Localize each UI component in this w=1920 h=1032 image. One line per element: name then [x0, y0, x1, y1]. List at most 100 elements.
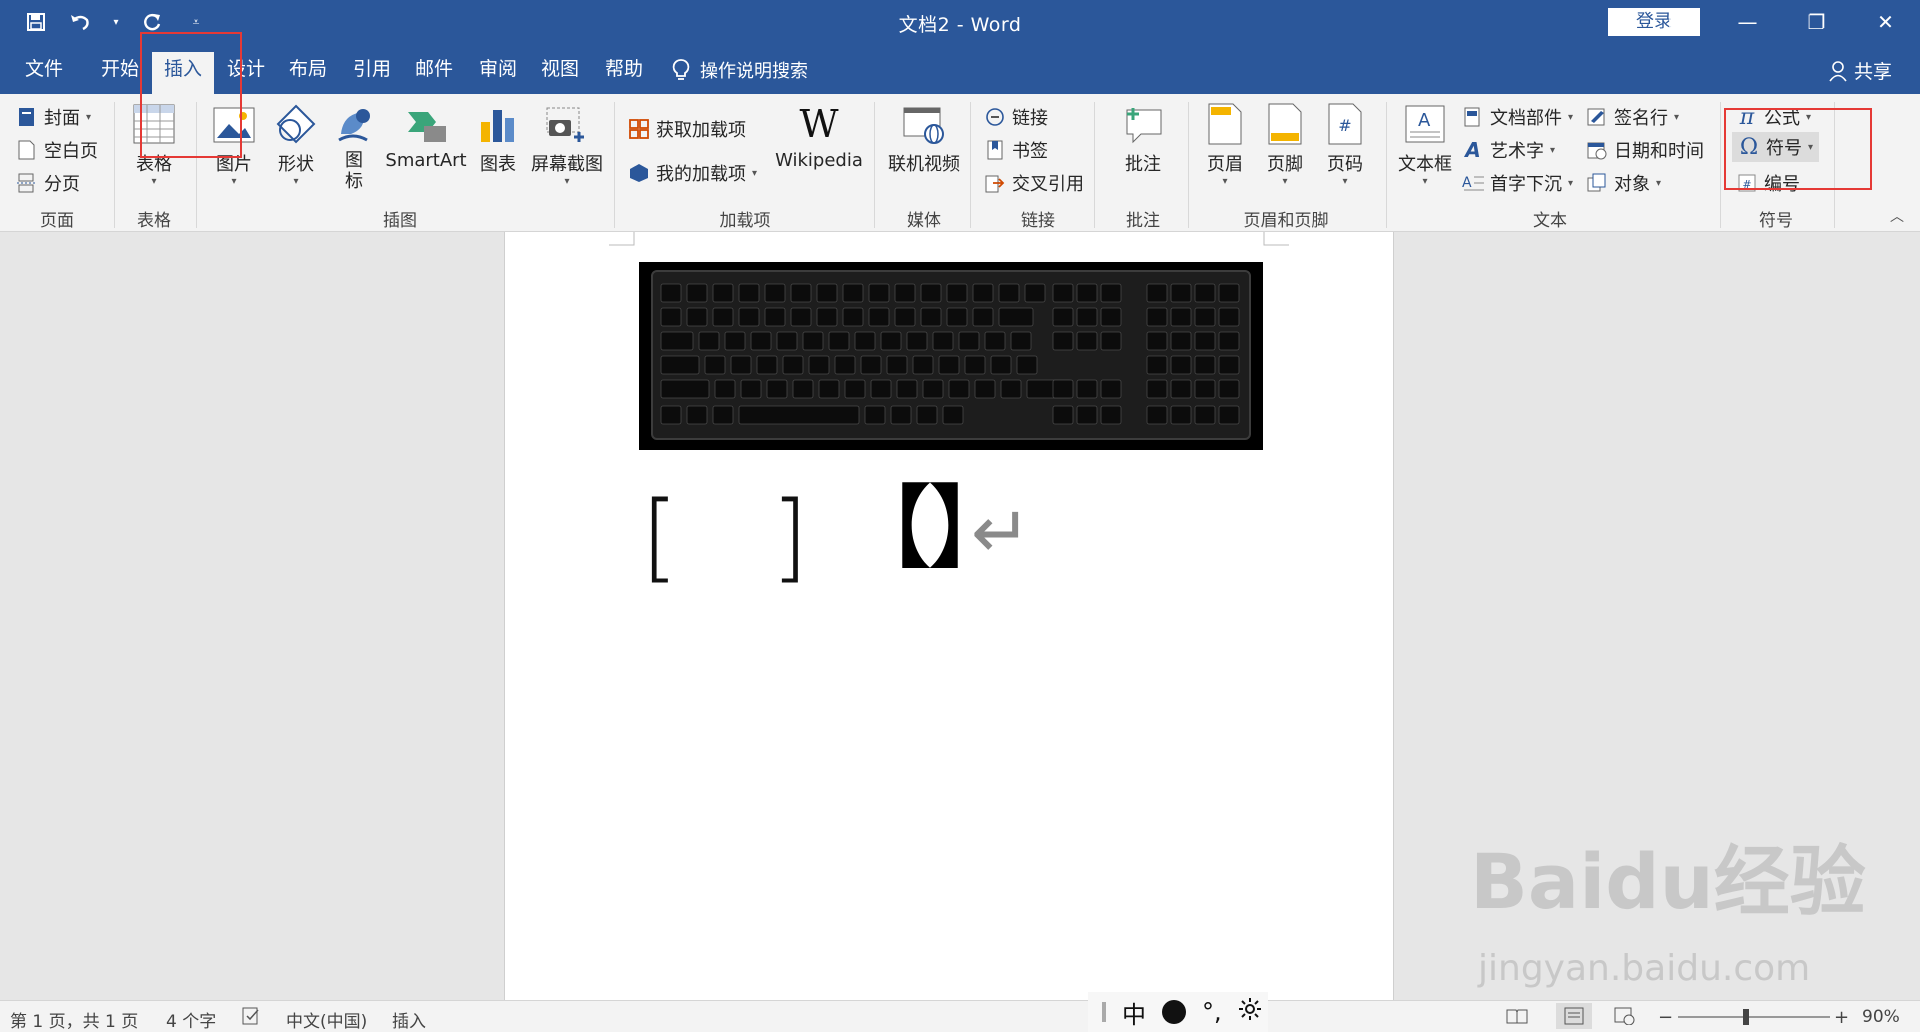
ime-drag-handle[interactable] — [1102, 1002, 1106, 1022]
print-layout-icon[interactable] — [1556, 1003, 1592, 1029]
collapse-ribbon-icon[interactable]: ︿ — [1890, 206, 1904, 226]
full-width-toggle-icon[interactable] — [1162, 1000, 1186, 1024]
ribbon-separator — [614, 102, 615, 228]
shapes-button[interactable]: 形状 ▾ — [268, 102, 324, 187]
online-video-button[interactable]: 联机视频 — [884, 102, 964, 176]
keyboard-key — [704, 355, 726, 375]
object-button[interactable]: 对象 ▾ — [1586, 170, 1661, 196]
web-layout-icon[interactable] — [1614, 1007, 1636, 1030]
chevron-down-icon: ▾ — [1282, 176, 1288, 187]
tab-mailings[interactable]: 邮件 — [404, 52, 464, 94]
proofing-icon[interactable] — [242, 1007, 262, 1030]
comment-button[interactable]: 批注 — [1106, 102, 1180, 176]
keyboard-key — [1194, 307, 1216, 327]
restore-icon[interactable]: ❐ — [1782, 0, 1851, 44]
cover-page-button[interactable]: 封面 ▾ — [16, 104, 91, 130]
footer-button[interactable]: 页脚 ▾ — [1258, 102, 1312, 187]
svg-text:#: # — [1338, 116, 1351, 135]
tab-file[interactable]: 文件 — [14, 52, 74, 94]
link-button[interactable]: 链接 — [984, 104, 1048, 130]
page-number-button[interactable]: # 页码 ▾ — [1318, 102, 1372, 187]
keyboard-key — [1100, 379, 1122, 399]
tell-me-label: 操作说明搜索 — [700, 61, 808, 82]
tab-help[interactable]: 帮助 — [594, 52, 654, 94]
ribbon-display-icon[interactable] — [1644, 0, 1713, 44]
icons-icon — [332, 102, 376, 146]
word-count[interactable]: 4 个字 — [166, 1007, 216, 1032]
wordart-button[interactable]: A 艺术字 ▾ — [1462, 137, 1555, 163]
footer-label: 页脚 — [1267, 154, 1303, 175]
zoom-level[interactable]: 90% — [1862, 1007, 1900, 1027]
zoom-in-icon[interactable]: + — [1834, 1007, 1849, 1028]
bookmark-button[interactable]: 书签 — [984, 137, 1048, 163]
keyboard-key — [660, 405, 682, 425]
ime-toolbar: 中 °, — [1088, 992, 1268, 1032]
language-indicator[interactable]: 中文(中国) — [286, 1007, 367, 1032]
tab-references[interactable]: 引用 — [342, 52, 402, 94]
tab-review[interactable]: 审阅 — [468, 52, 528, 94]
my-addins-button[interactable]: 我的加载项 ▾ — [628, 160, 757, 186]
insert-mode[interactable]: 插入 — [392, 1007, 426, 1032]
get-addins-button[interactable]: 获取加载项 — [628, 116, 746, 142]
tab-layout[interactable]: 布局 — [278, 52, 338, 94]
ime-punctuation-toggle[interactable]: °, — [1202, 998, 1222, 1026]
smartart-button[interactable]: SmartArt — [385, 102, 467, 171]
screenshot-icon — [545, 102, 589, 146]
zoom-out-icon[interactable]: − — [1658, 1007, 1673, 1028]
minimize-icon[interactable]: — — [1713, 0, 1782, 44]
chart-button[interactable]: 图表 — [474, 102, 522, 176]
ime-language-toggle[interactable]: 中 — [1122, 995, 1146, 1030]
wikipedia-button[interactable]: W Wikipedia — [772, 102, 866, 171]
keyboard-key — [894, 283, 916, 303]
keyboard-key — [1052, 405, 1074, 425]
icons-button[interactable]: 图标 — [332, 102, 376, 192]
group-label-pages: 页面 — [40, 211, 74, 231]
keyboard-key — [870, 379, 892, 399]
header-button[interactable]: 页眉 ▾ — [1198, 102, 1252, 187]
document-page[interactable]: [ ] 【】 ↵ — [504, 232, 1394, 1000]
share-button[interactable]: 共享 — [1828, 57, 1892, 84]
keyboard-key — [738, 405, 860, 425]
keyboard-image[interactable] — [639, 262, 1263, 450]
drop-cap-button[interactable]: A 首字下沉 ▾ — [1462, 170, 1573, 196]
tab-view[interactable]: 视图 — [530, 52, 590, 94]
zoom-slider-thumb[interactable] — [1743, 1009, 1750, 1025]
keyboard-key — [946, 283, 968, 303]
keyboard-key — [1218, 307, 1240, 327]
group-label-text: 文本 — [1533, 211, 1567, 231]
date-time-button[interactable]: 日期和时间 — [1586, 137, 1704, 163]
group-label-symbols: 符号 — [1759, 211, 1793, 231]
keyboard-key — [756, 355, 778, 375]
keyboard-key — [766, 379, 788, 399]
page-break-button[interactable]: 分页 — [16, 170, 80, 196]
cross-reference-button[interactable]: 交叉引用 — [984, 170, 1084, 196]
keyboard-body — [651, 270, 1251, 440]
wikipedia-label: Wikipedia — [775, 150, 863, 171]
keyboard-key — [990, 355, 1012, 375]
chevron-down-icon: ▾ — [1342, 176, 1348, 187]
keyboard-key — [660, 307, 682, 327]
gear-icon[interactable] — [1238, 997, 1262, 1027]
read-mode-icon[interactable] — [1506, 1007, 1528, 1030]
keyboard-key — [1100, 307, 1122, 327]
zoom-slider[interactable] — [1678, 1009, 1830, 1025]
blank-page-button[interactable]: 空白页 — [16, 137, 98, 163]
signature-line-button[interactable]: 签名行 ▾ — [1586, 104, 1679, 130]
wordart-icon: A — [1465, 138, 1481, 162]
quick-parts-button[interactable]: 文档部件 ▾ — [1462, 104, 1573, 130]
textbox-button[interactable]: A 文本框 ▾ — [1394, 102, 1456, 187]
keyboard-key — [842, 307, 864, 327]
keyboard-key — [998, 307, 1034, 327]
keyboard-key — [818, 379, 840, 399]
keyboard-key — [1194, 379, 1216, 399]
page-count[interactable]: 第 1 页，共 1 页 — [10, 1007, 138, 1032]
keyboard-key — [686, 283, 708, 303]
close-icon[interactable]: ✕ — [1851, 0, 1920, 44]
keyboard-key — [842, 283, 864, 303]
keyboard-key — [1194, 405, 1216, 425]
tell-me-search[interactable]: 操作说明搜索 — [672, 57, 808, 83]
keyboard-key — [816, 283, 838, 303]
icons-label: 图标 — [345, 150, 363, 192]
keyboard-key — [880, 331, 902, 351]
screenshot-button[interactable]: 屏幕截图 ▾ — [528, 102, 606, 187]
